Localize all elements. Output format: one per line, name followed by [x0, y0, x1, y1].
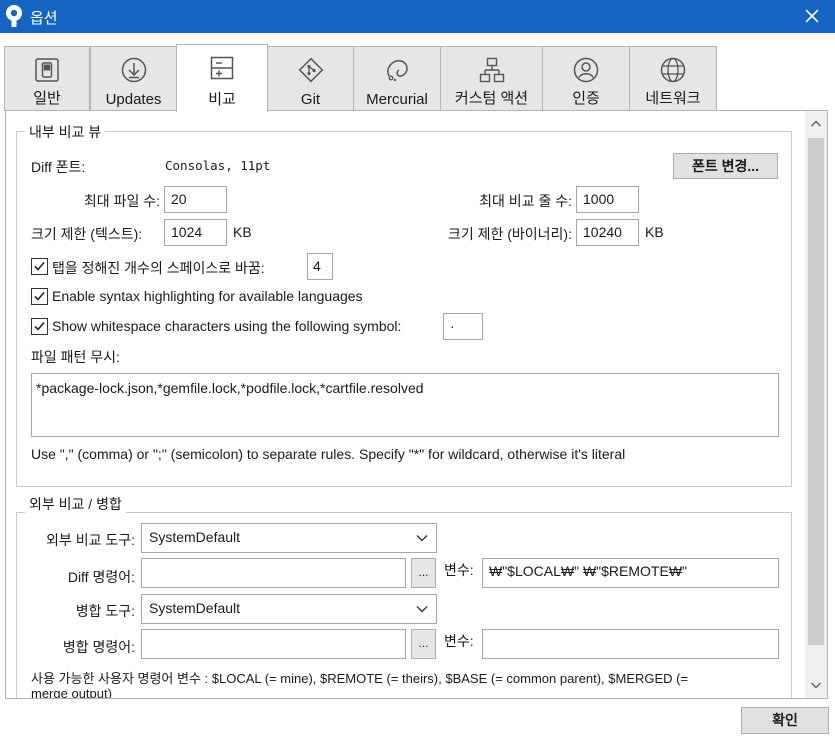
tab-label: 네트워크: [645, 90, 701, 107]
syntax-highlighting-label: Enable syntax highlighting for available…: [52, 288, 363, 304]
close-icon[interactable]: [800, 4, 824, 28]
dialog-footer: 확인: [0, 699, 835, 743]
window-title: 옵션: [30, 10, 58, 27]
text-size-limit-input[interactable]: 1024: [164, 219, 227, 246]
change-font-button[interactable]: 폰트 변경...: [673, 153, 778, 179]
external-diff-group-title: 외부 비교 / 병합: [25, 494, 126, 514]
scroll-up-arrow-icon[interactable]: [810, 118, 822, 130]
show-whitespace-checkbox[interactable]: [31, 318, 48, 335]
max-files-input[interactable]: 20: [164, 186, 227, 213]
tab-git[interactable]: Git: [267, 46, 354, 111]
sourcetree-logo-icon: [6, 5, 22, 27]
diff-command-label: Diff 명령어:: [67, 569, 135, 585]
merge-tool-label: 병합 도구:: [75, 603, 135, 619]
tab-size-input[interactable]: 4: [307, 253, 333, 280]
updates-icon: [121, 57, 146, 83]
custom-actions-icon: [479, 57, 504, 83]
command-variables-help-continued: merge output): [31, 686, 112, 699]
merge-tool-select[interactable]: SystemDefault: [141, 594, 437, 624]
checkmark-icon: [34, 261, 45, 271]
tab-custom-actions[interactable]: 커스텀 액션: [440, 46, 543, 111]
checkmark-icon: [34, 291, 45, 301]
git-icon: [298, 57, 323, 83]
tab-label: 인증: [572, 90, 600, 107]
title-bar: 옵션: [0, 0, 835, 33]
show-whitespace-label: Show whitespace characters using the fol…: [52, 318, 402, 334]
external-diff-tool-value: SystemDefault: [149, 529, 241, 545]
diff-font-value: Consolas, 11pt: [165, 158, 271, 173]
tab-general[interactable]: 일반: [4, 46, 90, 111]
general-icon: [35, 58, 59, 82]
tabs-to-spaces-label: 탭을 정해진 개수의 스페이스로 바꿈:: [52, 260, 265, 276]
internal-diff-group-title: 내부 비교 뷰: [25, 122, 106, 142]
merge-command-browse-button[interactable]: ...: [411, 629, 436, 659]
whitespace-symbol-input[interactable]: ·: [443, 313, 483, 340]
scrollbar-thumb[interactable]: [808, 138, 824, 645]
text-size-limit-label: 크기 제한 (텍스트):: [31, 226, 143, 242]
chevron-down-icon: [416, 535, 428, 542]
tab-label: 커스텀 액션: [454, 90, 529, 107]
ignore-patterns-help: Use "," (comma) or ";" (semicolon) to se…: [31, 446, 626, 462]
external-diff-tool-select[interactable]: SystemDefault: [141, 523, 437, 553]
ok-button[interactable]: 확인: [741, 707, 829, 734]
binary-size-limit-unit: KB: [645, 224, 664, 240]
tab-label: 비교: [208, 91, 236, 108]
network-icon: [660, 57, 686, 83]
ignore-patterns-textarea[interactable]: *package-lock.json,*gemfile.lock,*podfil…: [31, 373, 779, 437]
merge-tool-value: SystemDefault: [149, 600, 241, 616]
ignore-patterns-label: 파일 패턴 무시:: [31, 349, 120, 365]
scroll-down-arrow-icon[interactable]: [810, 679, 822, 691]
binary-size-limit-label: 크기 제한 (바이너리):: [447, 226, 572, 242]
tab-label: Updates: [105, 91, 162, 108]
diff-args-label: 변수:: [444, 562, 474, 578]
syntax-highlighting-checkbox[interactable]: [31, 288, 48, 305]
tab-mercurial[interactable]: Mercurial: [353, 46, 441, 111]
diff-command-input[interactable]: [141, 558, 406, 588]
diff-command-browse-button[interactable]: ...: [411, 558, 436, 588]
binary-size-limit-input[interactable]: 10240: [576, 219, 639, 246]
tab-label: Git: [300, 91, 321, 108]
tab-diff[interactable]: 비교: [176, 44, 268, 112]
tab-label: Mercurial: [366, 91, 428, 108]
max-lines-input[interactable]: 1000: [576, 186, 639, 213]
diff-font-label: Diff 폰트:: [31, 159, 86, 175]
chevron-down-icon: [416, 606, 428, 613]
mercurial-icon: [387, 59, 408, 82]
merge-args-input[interactable]: [482, 629, 779, 659]
external-diff-tool-label: 외부 비교 도구:: [46, 532, 135, 548]
diff-settings-panel: 내부 비교 뷰 Diff 폰트: Consolas, 11pt 폰트 변경...…: [5, 110, 828, 699]
tab-strip: 일반 Updates 비교 Git Mercurial 커스텀 액션 인증 네트…: [0, 33, 835, 112]
diff-icon: [210, 56, 234, 80]
diff-args-input[interactable]: ₩"$LOCAL₩" ₩"$REMOTE₩": [482, 558, 779, 588]
tab-label: 일반: [33, 90, 61, 107]
max-files-label: 최대 파일 수:: [83, 193, 160, 209]
tab-updates[interactable]: Updates: [90, 46, 177, 111]
max-lines-label: 최대 비교 줄 수:: [479, 193, 572, 209]
text-size-limit-unit: KB: [233, 224, 252, 240]
merge-command-input[interactable]: [141, 629, 406, 659]
tab-network[interactable]: 네트워크: [629, 46, 717, 111]
merge-command-label: 병합 명령어:: [62, 639, 135, 655]
tabs-to-spaces-checkbox[interactable]: [31, 258, 48, 275]
auth-icon: [573, 57, 599, 83]
tab-authentication[interactable]: 인증: [542, 46, 630, 111]
checkmark-icon: [34, 321, 45, 331]
command-variables-help: 사용 가능한 사용자 명령어 변수 : $LOCAL (= mine), $RE…: [31, 671, 689, 686]
merge-args-label: 변수:: [444, 633, 474, 649]
vertical-scrollbar[interactable]: [805, 111, 827, 698]
